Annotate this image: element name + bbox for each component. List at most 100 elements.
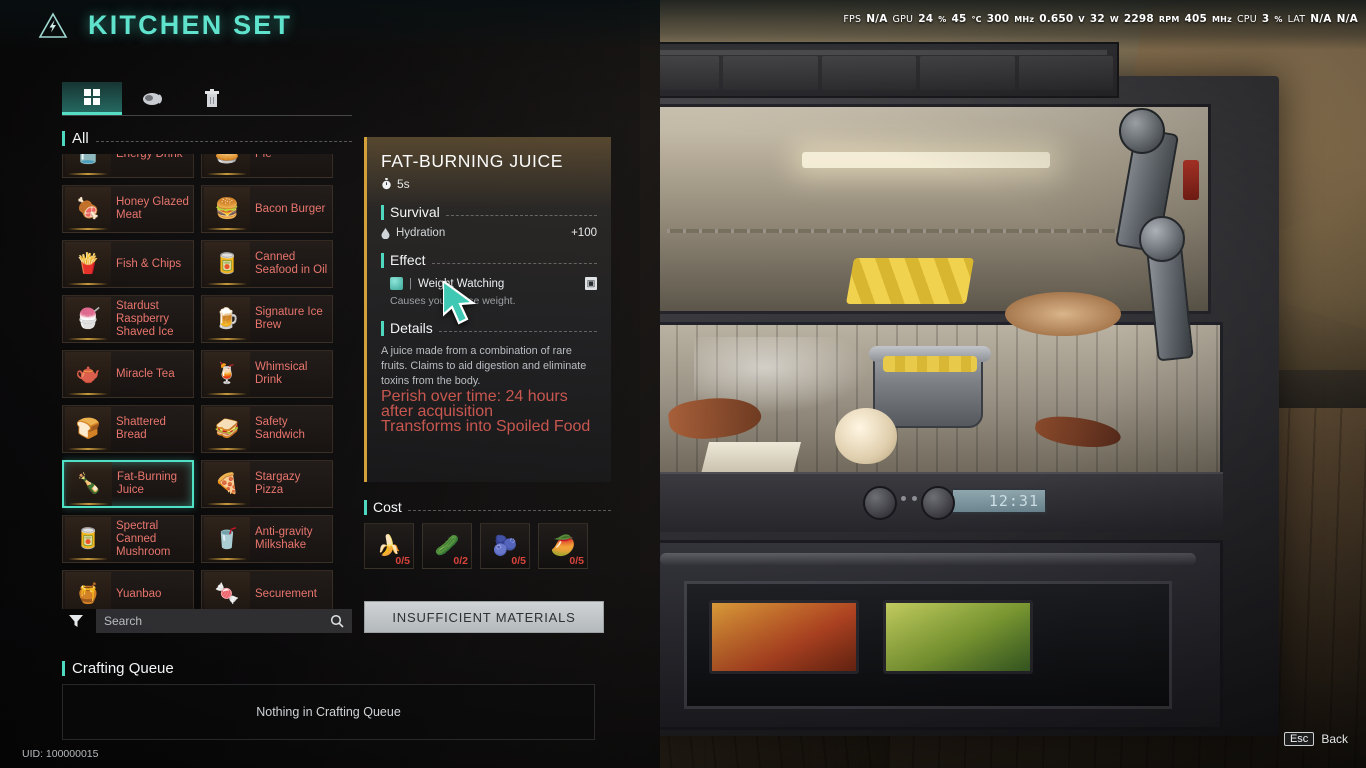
item-thumbnail: 🫙 xyxy=(65,154,111,176)
accent-bar xyxy=(381,204,384,220)
item-cell[interactable]: 🍕 Stargazy Pizza xyxy=(201,460,333,508)
perf-cpu-label: CPU xyxy=(1236,14,1257,25)
accent-bar xyxy=(381,252,384,268)
item-icon: 🍟 xyxy=(75,253,101,275)
funnel-icon[interactable] xyxy=(62,607,90,635)
trash-icon xyxy=(205,89,219,107)
item-icon: 🫙 xyxy=(75,154,101,165)
craft-button[interactable]: INSUFFICIENT MATERIALS xyxy=(364,601,604,633)
item-cell[interactable]: 🍹 Whimsical Drink xyxy=(201,350,333,398)
cost-material-cell[interactable]: 🫐 0/5 xyxy=(480,523,530,569)
item-grid-viewport[interactable]: 🫙 Energy Drink 🥧 Pie 🍖 Honey Glazed Meat 🍔 Baco… xyxy=(62,154,352,609)
item-thumbnail: 🥫 xyxy=(65,517,111,561)
catalog-filter-header: All xyxy=(62,130,352,147)
divider xyxy=(438,330,597,332)
material-quantity: 0/2 xyxy=(453,555,468,567)
item-name: Canned Seafood in Oil xyxy=(255,251,328,276)
item-cell[interactable]: 🍾 Fat-Burning Juice xyxy=(62,460,194,508)
craft-time: 5s xyxy=(381,177,597,191)
item-detail-title: FAT-BURNING JUICE xyxy=(381,151,563,171)
item-name: Securement xyxy=(255,587,318,600)
oven-clock-display: 12:31 xyxy=(951,488,1047,514)
survival-heading-label: Survival xyxy=(390,204,440,220)
item-cell[interactable]: 🍞 Shattered Bread xyxy=(62,405,194,453)
cost-material-cell[interactable]: 🥒 0/2 xyxy=(422,523,472,569)
oven-door-window xyxy=(684,581,1172,709)
pot-contents xyxy=(883,356,977,372)
oven-control-panel: 12:31 xyxy=(633,472,1223,532)
item-cell[interactable]: 🍬 Securement xyxy=(201,570,333,609)
item-cell[interactable]: 🥪 Safety Sandwich xyxy=(201,405,333,453)
arm-indicator xyxy=(1183,160,1199,200)
accent-bar xyxy=(62,131,65,146)
perf-gpu-power-unit: W xyxy=(1109,15,1119,24)
item-cell[interactable]: 🥫 Canned Seafood in Oil xyxy=(201,240,333,288)
item-thumbnail: 🍖 xyxy=(65,187,111,231)
cost-material-cell[interactable]: 🥭 0/5 xyxy=(538,523,588,569)
oven-knob[interactable] xyxy=(863,486,897,520)
item-name: Energy Drink xyxy=(116,154,185,161)
robotic-arm xyxy=(1095,100,1255,400)
esc-key-cap: Esc xyxy=(1283,732,1315,746)
perf-fps-label: FPS xyxy=(843,14,862,25)
perf-fps-value: N/A xyxy=(866,13,888,25)
cost-material-cell[interactable]: 🍌 0/5 xyxy=(364,523,414,569)
item-thumbnail: 🍬 xyxy=(204,572,250,609)
item-thumbnail: 🍞 xyxy=(65,407,111,451)
item-cell[interactable]: 🫖 Miracle Tea xyxy=(62,350,194,398)
item-warning-perish: Perish over time: 24 hours after acquisi… xyxy=(381,388,568,420)
tab-all-items[interactable] xyxy=(62,82,122,115)
back-hint[interactable]: Esc Back xyxy=(1283,732,1348,746)
perf-gpu-label: GPU xyxy=(892,14,914,25)
buff-icon xyxy=(390,277,403,290)
oven-lower-compartment xyxy=(633,540,1223,730)
crafting-queue-section: Crafting Queue Nothing in Crafting Queue xyxy=(62,646,607,740)
perf-fan-rpm: 2298 xyxy=(1123,13,1154,25)
item-cell[interactable]: 🍺 Signature Ice Brew xyxy=(201,295,333,343)
item-cell[interactable]: 🥧 Pie xyxy=(201,154,333,178)
search-row xyxy=(62,606,352,636)
item-cell[interactable]: 🍯 Yuanbao xyxy=(62,570,194,609)
grid-icon xyxy=(84,89,100,105)
perf-mem-clock-unit: MHz xyxy=(1212,15,1232,24)
item-cell[interactable]: 🍟 Fish & Chips xyxy=(62,240,194,288)
item-cell[interactable]: 🍧 Stardust Raspberry Shaved Ice xyxy=(62,295,194,343)
item-icon: 🍾 xyxy=(76,473,102,495)
item-name: Pie xyxy=(255,154,275,161)
item-cell[interactable]: 🫙 Energy Drink xyxy=(62,154,194,178)
item-name: Safety Sandwich xyxy=(255,416,305,441)
back-label: Back xyxy=(1321,732,1348,746)
survival-heading: Survival xyxy=(381,204,597,220)
hazard-triangle-icon xyxy=(36,10,70,40)
oven-knob[interactable] xyxy=(921,486,955,520)
perf-mem-clock: 405 xyxy=(1184,13,1208,25)
item-cell[interactable]: 🥫 Spectral Canned Mushroom xyxy=(62,515,194,563)
search-input[interactable] xyxy=(104,614,224,628)
item-icon: 🍧 xyxy=(75,308,101,330)
search-box[interactable] xyxy=(96,609,352,633)
tab-food[interactable] xyxy=(122,82,182,115)
perf-gpu-voltage-unit: V xyxy=(1078,15,1085,24)
tab-discard[interactable] xyxy=(182,82,242,115)
item-name: Fish & Chips xyxy=(116,257,182,270)
perf-lat-label: LAT xyxy=(1287,14,1306,25)
item-thumbnail: 🥧 xyxy=(204,154,250,176)
item-cell[interactable]: 🥤 Anti-gravity Milkshake xyxy=(201,515,333,563)
vent-slot xyxy=(821,56,917,90)
material-quantity: 0/5 xyxy=(511,555,526,567)
effect-row-weight-watching[interactable]: | Weight Watching ▣ xyxy=(381,277,597,290)
item-thumbnail: 🍟 xyxy=(65,242,111,286)
item-cell[interactable]: 🍔 Bacon Burger xyxy=(201,185,333,233)
crafting-queue-label: Crafting Queue xyxy=(72,660,174,677)
details-heading: Details xyxy=(381,320,597,336)
crafting-queue-box[interactable]: Nothing in Crafting Queue xyxy=(62,684,595,740)
stat-row-hydration: Hydration +100 xyxy=(381,227,597,239)
item-cell[interactable]: 🍖 Honey Glazed Meat xyxy=(62,185,194,233)
item-icon: 🥤 xyxy=(214,528,240,550)
item-thumbnail: 🍺 xyxy=(204,297,250,341)
item-thumbnail: 🍯 xyxy=(65,572,111,609)
droplet-icon xyxy=(381,227,390,239)
effect-badge: ▣ xyxy=(585,277,597,290)
item-icon: 🍖 xyxy=(75,198,101,220)
oven-door-handle[interactable] xyxy=(660,553,1196,565)
